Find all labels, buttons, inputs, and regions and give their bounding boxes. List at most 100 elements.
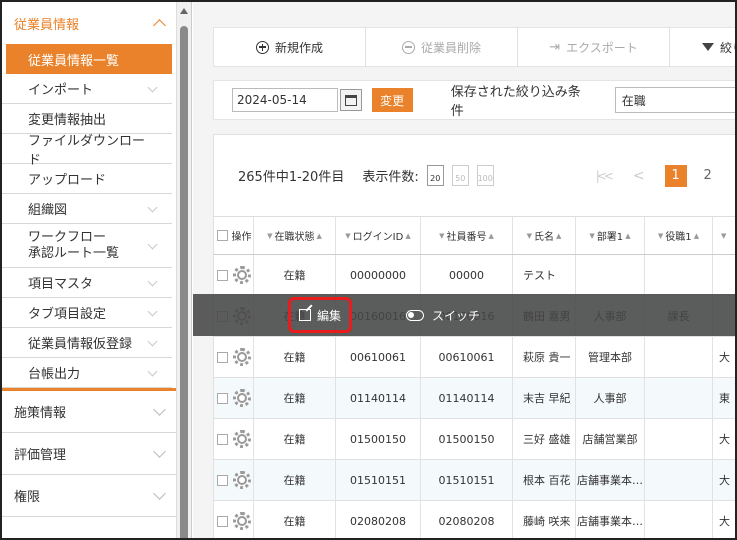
cell-more: 大 (719, 433, 730, 446)
saved-filter-select[interactable]: 在職 (614, 87, 735, 113)
cell-role (645, 419, 713, 459)
header-login[interactable]: ▼ ログインID ▲ (336, 217, 421, 254)
row-checkbox[interactable] (216, 515, 228, 527)
switch-button-label: スイッチ (432, 308, 481, 323)
page-3[interactable]: 3 (729, 165, 735, 187)
cell-more: 大 (719, 351, 730, 364)
page-2[interactable]: 2 (697, 165, 719, 187)
chevron-down-icon (147, 276, 158, 286)
cell-department: 管理本部 (576, 337, 645, 377)
table-row[interactable]: 在籍 01510151 01510151 根本 百花 店舗事業本… 大 (214, 460, 735, 501)
sidebar-item-label: アップロード (28, 173, 107, 188)
sidebar-item-field-master[interactable]: 項目マスタ (2, 268, 172, 298)
filter-button[interactable]: 絞り (670, 27, 735, 67)
gear-icon[interactable] (232, 389, 251, 407)
export-button[interactable]: ⇥ エクスポート (518, 27, 670, 67)
first-page-icon[interactable]: |<< (596, 169, 614, 183)
table-header: 操作 ▼ 在職状態 ▲ ▼ ログインID ▲ ▼ 社員番号 ▲ ▼ 氏名 ▲ ▼ 部署1 ▲ ▼ 役職… (214, 217, 735, 255)
cell-department: 店舗営業部 (576, 419, 645, 459)
table-row[interactable]: 在籍 01500150 01500150 三好 盛雄 店舗営業部大 (214, 419, 735, 460)
sidebar-item-import[interactable]: インポート (2, 74, 172, 104)
sidebar-item-tab-settings[interactable]: タブ項目設定 (2, 298, 172, 328)
sidebar-item-label: インポート (28, 83, 94, 98)
delete-employee-button[interactable]: 従業員削除 (366, 27, 518, 67)
gear-icon[interactable] (232, 266, 251, 284)
minus-circle-icon (401, 40, 415, 54)
row-checkbox[interactable] (216, 433, 228, 445)
filter-bar: 変更 保存された絞り込み条件 在職 (213, 80, 735, 120)
sidebar-section-employee-info[interactable]: 従業員情報 (2, 2, 176, 44)
row-op-cell (230, 378, 254, 418)
header-name[interactable]: ▼ 氏名 ▲ (513, 217, 576, 254)
pager-row: 265件中1-20件目 表示件数: 20 50 100 |<< < 1 2 3 (214, 135, 735, 217)
sidebar-item-workflow-route[interactable]: ワークフロー 承認ルート一覧 (2, 224, 172, 268)
gear-icon[interactable] (232, 348, 251, 366)
select-all-checkbox[interactable] (216, 230, 228, 241)
sidebar-section-permissions[interactable]: 権限 (2, 475, 176, 517)
cell-status: 在籍 (254, 255, 336, 295)
select-all-cell (214, 217, 230, 254)
header-op: 操作 (230, 217, 254, 254)
sidebar-item-label: ワークフロー 承認ルート一覧 (28, 229, 120, 261)
sidebar-item-employee-list[interactable]: 従業員情報一覧 (6, 44, 172, 74)
sort-icon: ▼ (589, 231, 595, 240)
per-page-100[interactable]: 100 (476, 165, 494, 186)
sidebar-item-file-download[interactable]: ファイルダウンロード (2, 134, 172, 168)
date-input[interactable] (232, 88, 338, 112)
new-button[interactable]: 新規作成 (214, 27, 366, 67)
saved-filter-label: 保存された絞り込み条件 (450, 85, 581, 119)
gear-icon[interactable] (232, 430, 251, 448)
cell-login-id: 00610061 (336, 337, 421, 377)
cell-department: 人事部 (576, 378, 645, 418)
edit-button[interactable]: 編集 (288, 297, 352, 333)
header-dept[interactable]: ▼ 部署1 ▲ (576, 217, 645, 254)
scroll-up-icon[interactable] (180, 8, 188, 14)
row-checkbox[interactable] (216, 392, 228, 404)
header-status[interactable]: ▼ 在職状態 ▲ (254, 217, 336, 254)
table-row[interactable]: 在籍 02080208 02080208 藤崎 咲来 店舗事業本… 大 (214, 501, 735, 538)
sidebar-section-measures[interactable]: 施策情報 (2, 391, 176, 433)
calendar-icon (344, 94, 357, 106)
table-row[interactable]: 在籍 01140114 01140114 末吉 早紀 人事部東 (214, 378, 735, 419)
cell-more: 大 (719, 515, 730, 528)
cell-status: 在籍 (254, 337, 336, 377)
prev-page-icon[interactable]: < (633, 168, 645, 184)
sidebar-section-label: 評価管理 (14, 448, 67, 463)
gear-icon[interactable] (232, 512, 251, 530)
cell-name: 萩原 貴一 (513, 337, 576, 377)
header-emp[interactable]: ▼ 社員番号 ▲ (421, 217, 513, 254)
cell-employee-number: 00000 (421, 255, 513, 295)
sidebar-scrollbar[interactable] (176, 2, 192, 538)
row-action-overlay: 編集 スイッチ (193, 294, 735, 336)
sidebar-item-org-chart[interactable]: 組織図 (2, 194, 172, 224)
header-label: 社員番号 (446, 232, 487, 243)
toggle-icon (406, 309, 424, 321)
sidebar-section-evaluation[interactable]: 評価管理 (2, 433, 176, 475)
sidebar-item-ledger-output[interactable]: 台帳出力 (2, 358, 172, 388)
row-checkbox[interactable] (216, 269, 228, 281)
page-1[interactable]: 1 (664, 164, 687, 187)
gear-icon[interactable] (232, 471, 251, 489)
record-count: 265件中1-20件目 (238, 170, 345, 185)
cell-status: 在籍 (254, 378, 336, 418)
edit-icon (298, 309, 311, 321)
row-checkbox[interactable] (216, 474, 228, 486)
sidebar-item-provisional-register[interactable]: 従業員情報仮登録 (2, 328, 172, 358)
sidebar-item-upload[interactable]: アップロード (2, 164, 172, 194)
cell-login-id: 02080208 (336, 501, 421, 538)
calendar-button[interactable] (340, 89, 362, 111)
row-op-cell (230, 460, 254, 500)
scrollbar-thumb[interactable] (180, 26, 188, 538)
switch-button[interactable]: スイッチ (406, 304, 480, 326)
per-page-20[interactable]: 20 (426, 165, 444, 186)
cell-login-id: 01140114 (336, 378, 421, 418)
cell-name: 根本 百花 (513, 460, 576, 500)
row-checkbox[interactable] (216, 351, 228, 363)
cell-department: 店舗事業本… (576, 501, 645, 538)
table-row[interactable]: 在籍 00610061 00610061 萩原 貴一 管理本部大 (214, 337, 735, 378)
change-button[interactable]: 変更 (371, 88, 413, 112)
header-role[interactable]: ▼ 役職1 ▲ (645, 217, 713, 254)
table-row[interactable]: 在籍 00000000 00000 テスト (214, 255, 735, 296)
sidebar-item-label: 台帳出力 (28, 367, 81, 382)
per-page-50[interactable]: 50 (451, 165, 469, 186)
